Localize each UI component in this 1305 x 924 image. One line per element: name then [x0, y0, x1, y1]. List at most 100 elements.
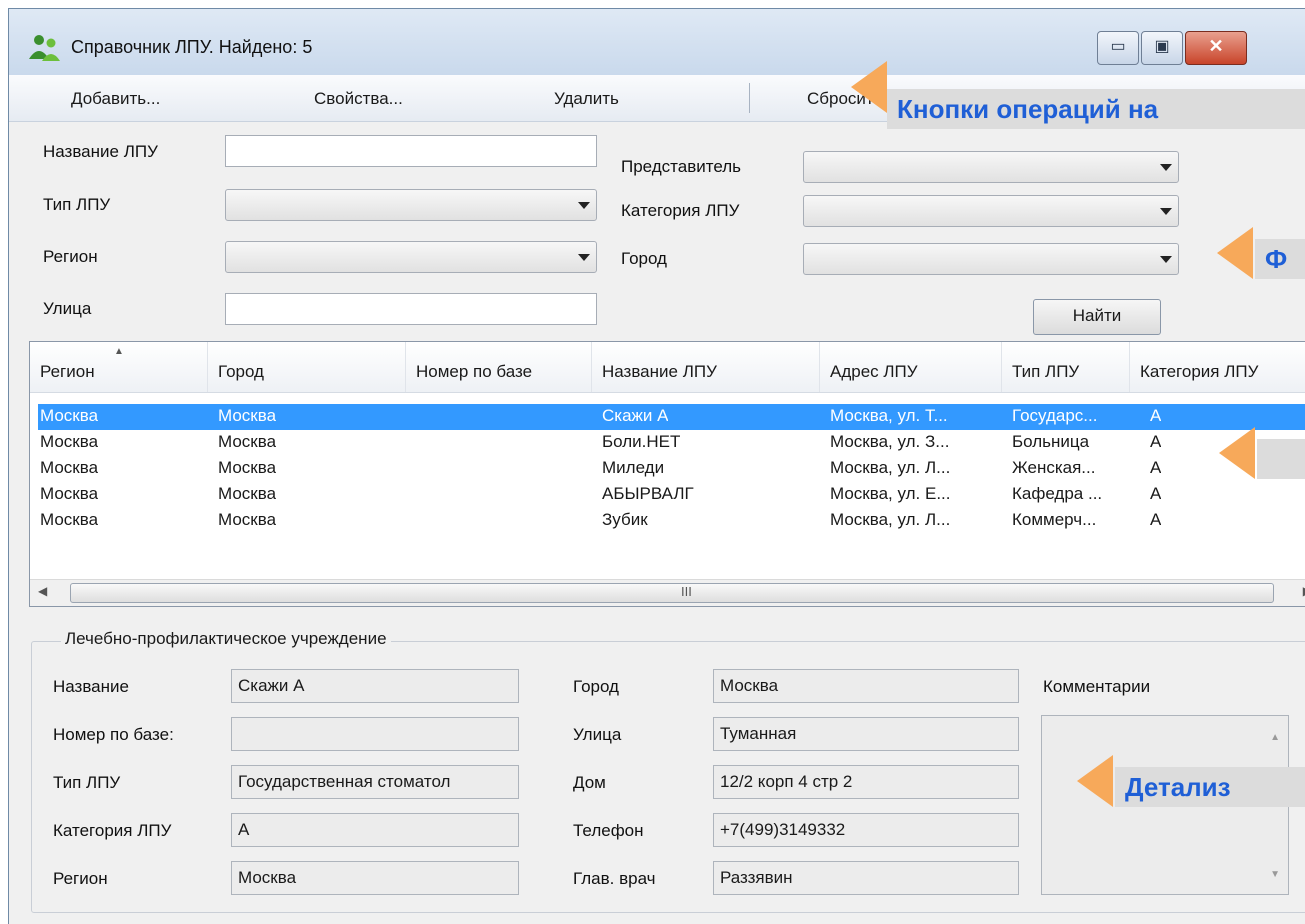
cell-city: Москва [218, 406, 277, 425]
column-header-name[interactable]: Название ЛПУ [592, 342, 820, 392]
table-header: Регион ▲ Город Номер по базе Название ЛП… [30, 342, 1305, 393]
cell-category: А [1150, 510, 1162, 529]
filter-name-input[interactable] [225, 135, 597, 167]
cell-address: Москва, ул. Л... [830, 458, 951, 477]
find-button[interactable]: Найти [1033, 299, 1161, 335]
table-row[interactable]: Москва Москва Боли.НЕТ Москва, ул. З... … [38, 430, 1305, 456]
filter-city-label: Город [621, 249, 667, 268]
filter-name-label: Название ЛПУ [43, 142, 158, 161]
sort-up-icon: ▲ [114, 346, 124, 357]
app-window: Справочник ЛПУ. Найдено: 5 ▭ ▣ ✕ Добавит… [8, 8, 1305, 924]
chevron-down-icon [1160, 256, 1172, 263]
detail-doctor-label: Глав. врач [573, 869, 656, 888]
callout-table [1257, 439, 1305, 479]
cell-address: Москва, ул. З... [830, 432, 950, 451]
cell-city: Москва [218, 510, 277, 529]
callout-ops: Кнопки операций на [887, 89, 1305, 129]
delete-button[interactable]: Удалить [554, 89, 619, 109]
cell-address: Москва, ул. Е... [830, 484, 951, 503]
cell-region: Москва [40, 458, 99, 477]
cell-region: Москва [40, 432, 99, 451]
filter-rep-label: Представитель [621, 157, 742, 176]
minimize-icon: ▭ [1110, 38, 1126, 55]
callout-arrow-detail [1077, 755, 1113, 807]
filter-region-label: Регион [43, 247, 98, 266]
cell-category: А [1150, 458, 1162, 477]
detail-comments-label: Комментарии [1043, 677, 1151, 696]
detail-house-value: 12/2 корп 4 стр 2 [713, 765, 1019, 799]
scroll-thumb[interactable]: III [70, 583, 1274, 603]
filter-rep-combo[interactable] [803, 151, 1179, 183]
cell-type: Женская... [1012, 458, 1096, 477]
cell-city: Москва [218, 432, 277, 451]
detail-region-label: Регион [53, 869, 108, 888]
table-row[interactable]: Москва Москва Скажи А Москва, ул. Т... Г… [38, 404, 1305, 430]
detail-city-value: Москва [713, 669, 1019, 703]
minimize-button[interactable]: ▭ [1097, 31, 1139, 65]
maximize-icon: ▣ [1154, 38, 1170, 55]
filter-category-label: Категория ЛПУ [621, 201, 740, 220]
cell-category: А [1150, 406, 1162, 425]
cell-type: Больница [1012, 432, 1090, 451]
cell-city: Москва [218, 458, 277, 477]
chevron-down-icon [578, 254, 590, 261]
table-row[interactable]: Москва Москва Зубик Москва, ул. Л... Ком… [38, 508, 1305, 534]
scroll-grip: III [681, 584, 692, 599]
cell-city: Москва [218, 484, 277, 503]
callout-filter: Ф [1255, 239, 1305, 279]
filter-region-combo[interactable] [225, 241, 597, 273]
lpu-table[interactable]: Регион ▲ Город Номер по базе Название ЛП… [29, 341, 1305, 607]
column-header-type[interactable]: Тип ЛПУ [1002, 342, 1130, 392]
cell-type: Кафедра ... [1012, 484, 1103, 503]
cell-name: Скажи А [602, 406, 669, 425]
scroll-left-icon[interactable]: ◀ [38, 584, 47, 598]
column-header-address[interactable]: Адрес ЛПУ [820, 342, 1002, 392]
callout-arrow-ops [851, 61, 887, 113]
filter-street-label: Улица [43, 299, 92, 318]
chevron-down-icon [578, 202, 590, 209]
toolbar-separator [749, 83, 750, 113]
scroll-down-icon[interactable]: ▼ [1270, 869, 1280, 880]
cell-name: Боли.НЕТ [602, 432, 681, 451]
filter-street-input[interactable] [225, 293, 597, 325]
table-row[interactable]: Москва Москва АБЫРВАЛГ Москва, ул. Е... … [38, 482, 1305, 508]
detail-number-label: Номер по базе: [53, 725, 174, 744]
filter-category-combo[interactable] [803, 195, 1179, 227]
cell-address: Москва, ул. Т... [830, 406, 948, 425]
filter-city-combo[interactable] [803, 243, 1179, 275]
cell-address: Москва, ул. Л... [830, 510, 951, 529]
cell-type: Государс... [1012, 406, 1098, 425]
detail-number-value [231, 717, 519, 751]
filter-type-combo[interactable] [225, 189, 597, 221]
cell-category: А [1150, 432, 1162, 451]
detail-region-value: Москва [231, 861, 519, 895]
column-header-number[interactable]: Номер по базе [406, 342, 592, 392]
properties-button[interactable]: Свойства... [314, 89, 403, 109]
column-header-category[interactable]: Категория ЛПУ [1130, 342, 1305, 392]
close-button[interactable]: ✕ [1185, 31, 1247, 65]
cell-category: А [1150, 484, 1162, 503]
detail-category-value: А [231, 813, 519, 847]
cell-name: АБЫРВАЛГ [602, 484, 694, 503]
add-button[interactable]: Добавить... [71, 89, 160, 109]
chevron-down-icon [1160, 208, 1172, 215]
maximize-button[interactable]: ▣ [1141, 31, 1183, 65]
detail-phone-value: +7(499)3149332 [713, 813, 1019, 847]
detail-name-label: Название [53, 677, 129, 696]
detail-doctor-value: Раззявин [713, 861, 1019, 895]
detail-phone-label: Телефон [573, 821, 644, 840]
horizontal-scrollbar[interactable]: ◀ III ▶ [30, 579, 1305, 606]
callout-arrow-table [1219, 427, 1255, 479]
column-header-city[interactable]: Город [208, 342, 406, 392]
cell-region: Москва [40, 510, 99, 529]
scroll-up-icon[interactable]: ▲ [1270, 732, 1280, 743]
detail-street-value: Туманная [713, 717, 1019, 751]
close-icon: ✕ [1208, 36, 1224, 56]
detail-category-label: Категория ЛПУ [53, 821, 172, 840]
callout-arrow-filter [1217, 227, 1253, 279]
cell-name: Миледи [602, 458, 665, 477]
detail-group-title: Лечебно-профилактическое учреждение [61, 629, 391, 649]
filter-type-label: Тип ЛПУ [43, 195, 111, 214]
table-row[interactable]: Москва Москва Миледи Москва, ул. Л... Же… [38, 456, 1305, 482]
detail-street-label: Улица [573, 725, 622, 744]
